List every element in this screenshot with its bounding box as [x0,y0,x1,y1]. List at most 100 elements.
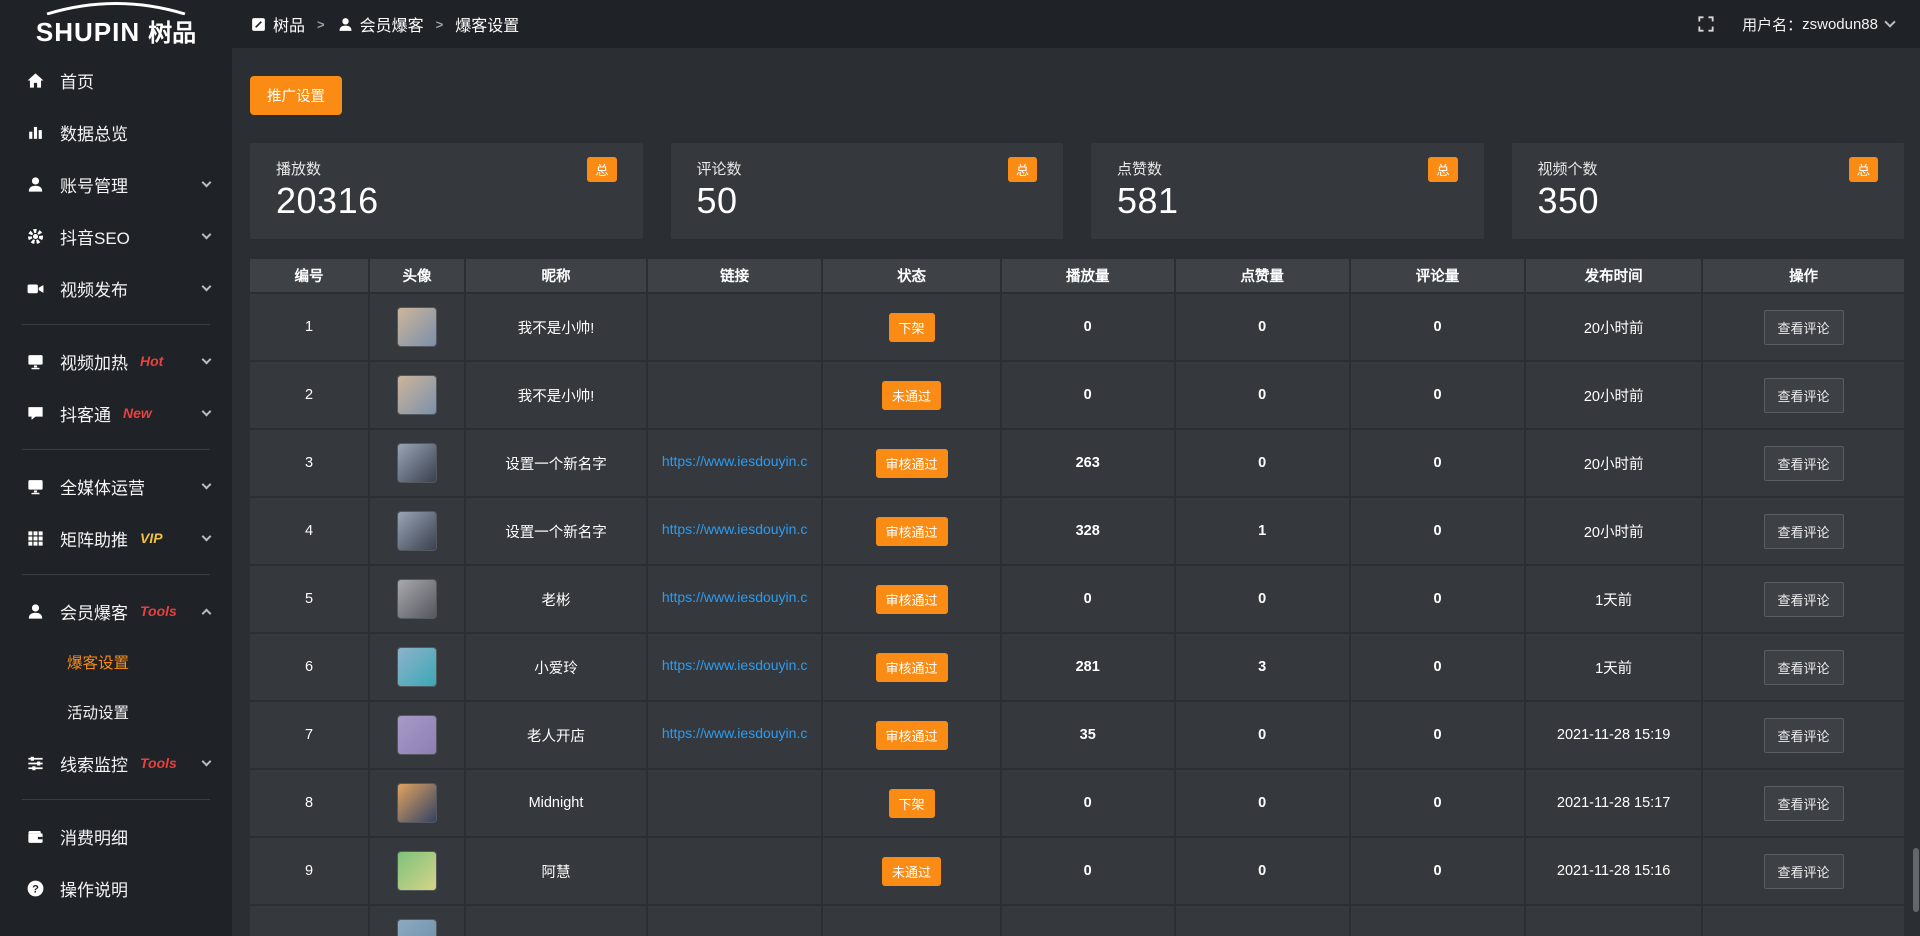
promotion-settings-button[interactable]: 推广设置 [250,76,342,115]
sidebar-item-data-overview[interactable]: 数据总览 [0,106,232,158]
breadcrumb-label: 树品 [273,12,305,36]
sidebar-item-label: 首页 [60,68,94,93]
sidebar-divider [22,799,210,800]
row-link[interactable]: https://www.iesdouyin.c [662,453,808,469]
table-row [250,905,1904,936]
view-comments-button[interactable]: 查看评论 [1764,514,1844,549]
avatar [397,375,437,415]
row-publish-time: 2021-11-28 15:17 [1525,769,1702,837]
stat-cards: 播放数 20316 总 评论数 50 总 点赞数 581 总 视频个数 350 … [250,143,1904,239]
stat-card-likes: 点赞数 581 总 [1091,143,1484,239]
sidebar-item-omnimedia[interactable]: 全媒体运营 [0,460,232,512]
sidebar-item-video-heating[interactable]: 视频加热 Hot [0,335,232,387]
sidebar-item-home[interactable]: 首页 [0,54,232,106]
avatar [397,919,437,936]
row-publish-time: 20小时前 [1525,429,1702,497]
sidebar-item-douketong[interactable]: 抖客通 New [0,387,232,439]
row-publish-time: 1天前 [1525,565,1702,633]
row-id: 3 [250,429,369,497]
row-publish-time: 20小时前 [1525,497,1702,565]
row-plays [1001,905,1175,936]
row-link[interactable]: https://www.iesdouyin.c [662,521,808,537]
row-comments: 0 [1350,429,1525,497]
sidebar-item-consumption-detail[interactable]: 消费明细 [0,810,232,862]
breadcrumb-label: 爆客设置 [455,12,519,36]
sidebar-item-video-publish[interactable]: 视频发布 [0,262,232,314]
row-comments: 0 [1350,293,1525,361]
chevron-down-icon [202,177,212,187]
person-icon [337,16,354,33]
sidebar-subitem-activity-settings[interactable]: 活动设置 [0,687,232,737]
scrollbar-thumb[interactable] [1913,848,1919,912]
breadcrumb-label: 会员爆客 [360,12,424,36]
row-comments: 0 [1350,837,1525,905]
home-icon [26,71,45,90]
view-comments-button[interactable]: 查看评论 [1764,582,1844,617]
row-likes: 0 [1175,293,1350,361]
col-id: 编号 [250,259,369,293]
view-comments-button[interactable]: 查看评论 [1764,786,1844,821]
breadcrumb-item-home[interactable]: 树品 [250,12,305,36]
user-icon [26,175,45,194]
view-comments-button[interactable]: 查看评论 [1764,650,1844,685]
sidebar-item-matrix-boost[interactable]: 矩阵助推 VIP [0,512,232,564]
row-publish-time: 2021-11-28 15:16 [1525,837,1702,905]
row-nickname: 老人开店 [465,701,647,769]
sidebar-item-account-mgmt[interactable]: 账号管理 [0,158,232,210]
row-comments: 0 [1350,769,1525,837]
row-link[interactable]: https://www.iesdouyin.c [662,589,808,605]
sidebar-item-douyin-seo[interactable]: 抖音SEO [0,210,232,262]
row-nickname: 小爱玲 [465,633,647,701]
row-id: 4 [250,497,369,565]
row-nickname: 设置一个新名字 [465,429,647,497]
stat-card-comments: 评论数 50 总 [671,143,1064,239]
sidebar-item-lead-monitor[interactable]: 线索监控 Tools [0,737,232,789]
breadcrumb-separator: > [317,17,325,32]
fullscreen-icon[interactable] [1696,14,1716,34]
view-comments-button[interactable]: 查看评论 [1764,378,1844,413]
sidebar-item-label: 操作说明 [60,876,128,901]
row-plays: 35 [1001,701,1175,769]
sidebar-item-label: 消费明细 [60,824,128,849]
square-pen-icon [250,16,267,33]
row-id: 1 [250,293,369,361]
row-id: 6 [250,633,369,701]
sidebar-subitem-baoke-settings[interactable]: 爆客设置 [0,637,232,687]
table-row: 1 我不是小帅! 下架 0 0 0 20小时前 查看评论 [250,293,1904,361]
username-value: zswodun88 [1802,16,1878,33]
breadcrumb-item-current: 爆客设置 [455,12,519,36]
row-id [250,905,369,936]
view-comments-button[interactable]: 查看评论 [1764,854,1844,889]
question-circle-icon: ? [26,879,45,898]
view-comments-button[interactable]: 查看评论 [1764,718,1844,753]
row-id: 2 [250,361,369,429]
table-row: 9 阿慧 未通过 0 0 0 2021-11-28 15:16 查看评论 [250,837,1904,905]
chevron-down-icon [202,531,212,541]
avatar [397,647,437,687]
status-badge: 审核通过 [876,721,948,750]
row-publish-time: 20小时前 [1525,361,1702,429]
user-menu[interactable]: 用户名： zswodun88 [1742,14,1894,35]
sidebar-item-member-baoke[interactable]: 会员爆客 Tools [0,585,232,637]
chevron-down-icon [202,479,212,489]
row-plays: 0 [1001,837,1175,905]
gear-icon [26,227,45,246]
video-camera-icon [26,279,45,298]
app-logo[interactable]: SHUPIN 树品 [0,0,232,48]
row-link[interactable]: https://www.iesdouyin.c [662,657,808,673]
row-comments [1350,905,1525,936]
row-link[interactable]: https://www.iesdouyin.c [662,725,808,741]
sidebar-item-instructions[interactable]: ? 操作说明 [0,862,232,914]
row-comments: 0 [1350,361,1525,429]
row-nickname: Midnight [465,769,647,837]
main-content: 推广设置 播放数 20316 总 评论数 50 总 点赞数 581 总 视频个数… [232,48,1920,936]
chevron-down-icon [202,756,212,766]
view-comments-button[interactable]: 查看评论 [1764,446,1844,481]
breadcrumb-item-member[interactable]: 会员爆客 [337,12,424,36]
sidebar-item-label: 全媒体运营 [60,474,145,499]
row-publish-time: 20小时前 [1525,293,1702,361]
view-comments-button[interactable]: 查看评论 [1764,310,1844,345]
sidebar-item-label: 线索监控 [60,751,128,776]
row-publish-time: 2021-11-28 15:19 [1525,701,1702,769]
row-id: 7 [250,701,369,769]
